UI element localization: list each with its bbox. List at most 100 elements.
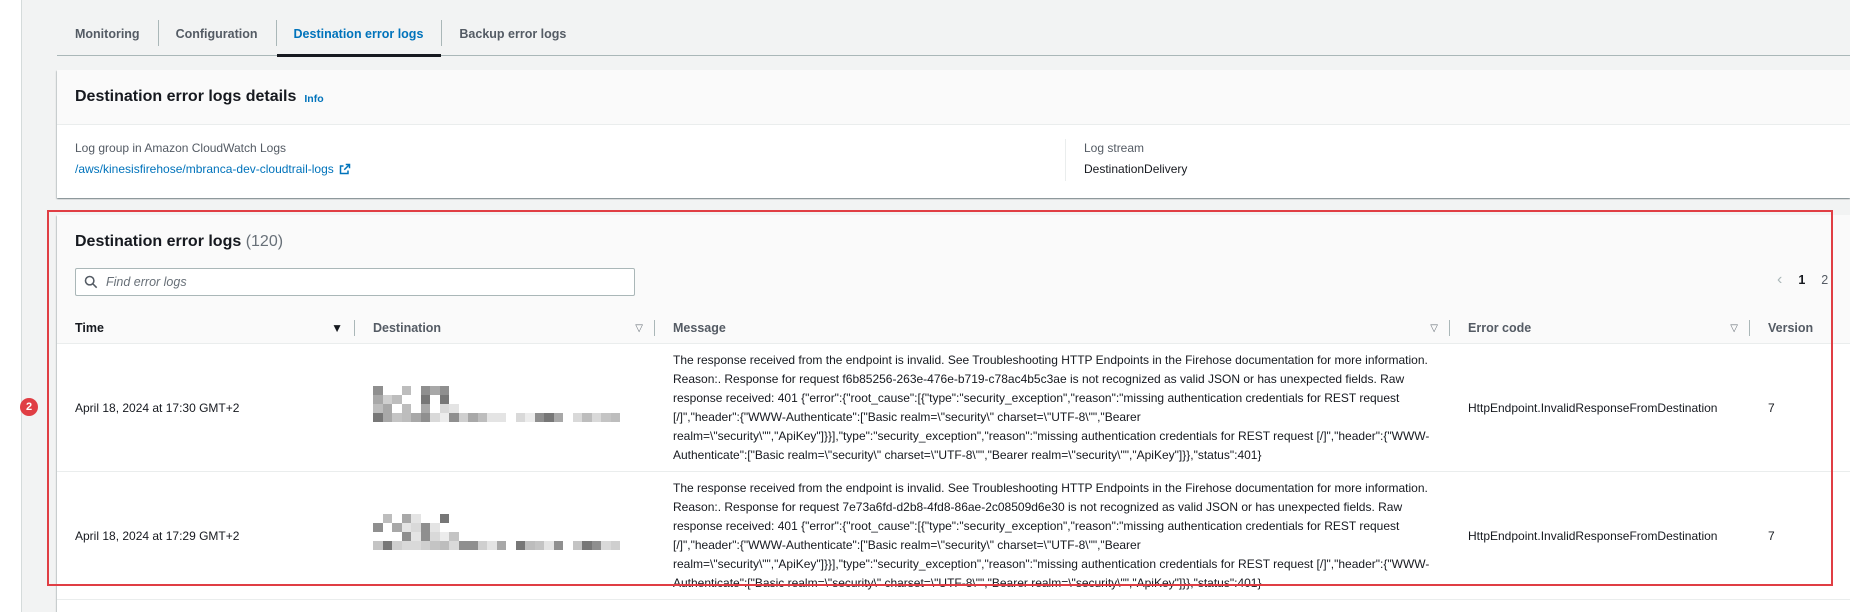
cell-destination (355, 471, 655, 600)
details-title: Destination error logs details (75, 88, 297, 105)
sort-descending-icon[interactable]: ▼ (331, 321, 343, 335)
column-label: Time (75, 321, 104, 335)
sort-icon[interactable]: ▽ (1430, 323, 1438, 334)
table-row[interactable]: April 18, 2024 at 17:29 GMT+2 The respon… (57, 471, 1850, 600)
cell-error-code: HttpEndpoint.InvalidResponseFromDestinat… (1450, 343, 1750, 472)
redaction-pixel (392, 413, 402, 422)
redaction-pixel (420, 395, 430, 404)
redaction-pixel (401, 514, 411, 523)
column-label: Message (673, 321, 726, 335)
redaction-pixel (534, 413, 544, 422)
column-header-time[interactable]: Time ▼ (57, 313, 355, 344)
log-group-link-text: /aws/kinesisfirehose/mbranca-dev-cloudtr… (75, 162, 334, 176)
redaction-pixel (572, 413, 582, 422)
redaction-pixel (610, 541, 620, 550)
redaction-pixel (430, 413, 440, 422)
left-gutter (0, 0, 22, 612)
redaction-pixel (392, 395, 402, 404)
redaction-pixel (420, 523, 430, 532)
redaction-pixel (420, 541, 430, 550)
redaction-pixel (601, 413, 611, 422)
redaction-pixel (439, 514, 449, 523)
redaction-pixel (373, 395, 383, 404)
redaction-pixel (401, 523, 411, 532)
error-logs-header: Destination error logs (120) ‹ 1 2 (57, 215, 1850, 313)
redaction-pixel (420, 532, 430, 541)
redaction-pixel (496, 413, 506, 422)
sort-icon[interactable]: ▽ (635, 323, 643, 334)
cell-message: The response received from the endpoint … (655, 343, 1450, 472)
redaction-pixel (373, 386, 383, 395)
cell-message: The response received from the endpoint … (655, 471, 1450, 600)
redaction-pixel (439, 386, 449, 395)
details-body: Log group in Amazon CloudWatch Logs /aws… (57, 125, 1850, 195)
page-2-button[interactable]: 2 (1821, 273, 1828, 287)
cell-error-code: HttpEndpoint.InvalidResponseFromDestinat… (1450, 471, 1750, 600)
tab-monitoring[interactable]: Monitoring (57, 12, 158, 55)
log-group-label: Log group in Amazon CloudWatch Logs (75, 141, 287, 155)
redaction-pixel (382, 541, 392, 550)
tab-configuration[interactable]: Configuration (157, 12, 276, 55)
redaction-pixel (382, 514, 392, 523)
annotation-badge: 2 (20, 398, 38, 416)
redaction-pixel (373, 541, 383, 550)
redaction-pixel (430, 386, 440, 395)
column-header-error-code[interactable]: Error code ▽ (1450, 313, 1750, 344)
table-row[interactable]: April 18, 2024 at 17:30 GMT+2 The respon… (57, 343, 1850, 472)
search-field[interactable] (75, 268, 635, 296)
page-1-button[interactable]: 1 (1798, 273, 1805, 287)
redaction-pixel (411, 523, 421, 532)
redaction-pixel (373, 404, 383, 413)
pagination: ‹ 1 2 (1777, 271, 1828, 289)
redaction-pixel (373, 523, 383, 532)
redaction-pixel (392, 541, 402, 550)
redaction-pixel (420, 404, 430, 413)
redaction-pixel (382, 404, 392, 413)
redaction-pixel (449, 404, 459, 413)
redaction-pixel (458, 413, 468, 422)
sort-icon[interactable]: ▽ (1730, 323, 1738, 334)
redaction-pixel (449, 413, 459, 422)
tab-backup-error-logs[interactable]: Backup error logs (441, 12, 584, 55)
table-header-row: Time ▼ Destination ▽ Message ▽ Error code ▽ … (57, 313, 1850, 344)
error-logs-title: Destination error logs (120) (75, 233, 283, 251)
redaction-pixel (468, 413, 478, 422)
redaction-pixel (582, 541, 592, 550)
tab-bar: Monitoring Configuration Destination err… (57, 12, 1850, 57)
redaction-pixel (525, 413, 535, 422)
column-header-message[interactable]: Message ▽ (655, 313, 1450, 344)
column-header-version[interactable]: Version (1750, 313, 1850, 344)
redaction-pixel (401, 404, 411, 413)
external-link-icon (339, 163, 351, 175)
redaction-pixel (515, 541, 525, 550)
redaction-pixel (477, 541, 487, 550)
redaction-pixel (515, 413, 525, 422)
log-group-field: Log group in Amazon CloudWatch Logs /aws… (75, 139, 1065, 181)
cell-version: 7 (1750, 343, 1850, 472)
cell-destination (355, 343, 655, 472)
search-input[interactable] (106, 275, 626, 289)
error-logs-title-text: Destination error logs (75, 233, 242, 250)
redacted-destination (373, 514, 620, 554)
tab-destination-error-logs[interactable]: Destination error logs (275, 12, 442, 57)
redaction-pixel (411, 541, 421, 550)
log-stream-label: Log stream (1084, 141, 1145, 155)
cell-version: 7 (1750, 471, 1850, 600)
redacted-destination (373, 386, 620, 426)
redaction-pixel (591, 413, 601, 422)
redaction-pixel (439, 404, 449, 413)
error-logs-card: Destination error logs (120) ‹ 1 2 Time ▼… (57, 215, 1850, 612)
redaction-pixel (411, 413, 421, 422)
chevron-left-icon[interactable]: ‹ (1777, 271, 1782, 289)
cell-time: April 18, 2024 at 17:30 GMT+2 (57, 343, 355, 472)
column-header-destination[interactable]: Destination ▽ (355, 313, 655, 344)
log-group-link[interactable]: /aws/kinesisfirehose/mbranca-dev-cloudtr… (75, 162, 351, 176)
redaction-pixel (382, 395, 392, 404)
redaction-pixel (487, 541, 497, 550)
log-stream-value: DestinationDelivery (1084, 162, 1188, 176)
redaction-pixel (392, 523, 402, 532)
info-link[interactable]: Info (304, 93, 323, 105)
redaction-pixel (449, 532, 459, 541)
redaction-pixel (468, 541, 478, 550)
column-label: Version (1768, 321, 1814, 335)
